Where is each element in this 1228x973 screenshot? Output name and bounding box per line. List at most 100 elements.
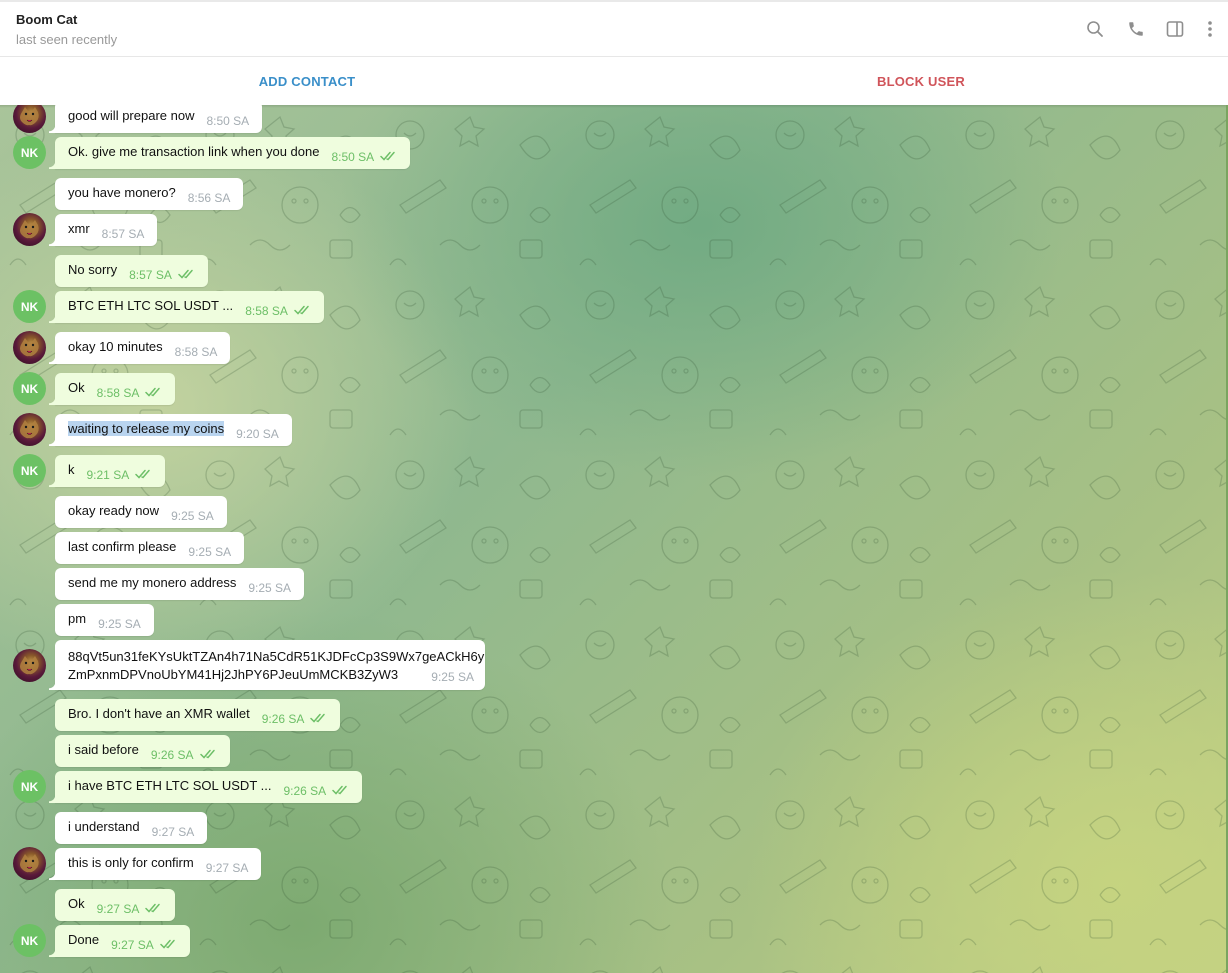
message-text: No sorry: [68, 261, 118, 277]
message-time: 9:27 SA: [96, 902, 140, 916]
phone-icon[interactable]: [1125, 18, 1147, 40]
read-double-check-icon: [160, 939, 177, 949]
chat-title[interactable]: Boom Cat: [16, 12, 77, 27]
avatar-boom-cat[interactable]: [13, 105, 46, 133]
more-vertical-icon[interactable]: [1199, 18, 1221, 40]
message-text: okay ready now: [68, 502, 160, 518]
read-double-check-icon: [178, 269, 195, 279]
avatar-boom-cat[interactable]: [13, 649, 46, 682]
search-icon[interactable]: [1084, 18, 1106, 40]
incoming-message[interactable]: send me my monero address 9:25 SA: [55, 568, 305, 600]
chat-status: last seen recently: [16, 32, 118, 47]
message-text: xmr: [68, 220, 90, 236]
message-text: i have BTC ETH LTC SOL USDT ...: [68, 777, 272, 793]
avatar-nk[interactable]: NK: [13, 454, 46, 487]
message-text: send me my monero address: [68, 574, 237, 590]
message-time: 9:25 SA: [188, 545, 232, 559]
avatar-boom-cat[interactable]: [13, 847, 46, 880]
outgoing-message[interactable]: Ok 8:58 SA: [48, 373, 176, 405]
message-time: 9:25 SA: [98, 617, 141, 631]
message-text: i understand: [68, 818, 140, 834]
message-time: 9:25 SA: [431, 670, 474, 684]
message-text: last confirm please: [68, 538, 177, 554]
outgoing-message[interactable]: No sorry 8:57 SA: [55, 255, 208, 287]
message-text: k: [68, 461, 75, 477]
message-text: okay 10 minutes: [68, 338, 163, 354]
message-text: pm: [68, 610, 87, 626]
outgoing-message[interactable]: Bro. I don't have an XMR wallet 9:26 SA: [55, 699, 341, 731]
message-time: 9:27 SA: [205, 861, 249, 875]
message-time: 9:27 SA: [111, 938, 154, 952]
avatar-boom-cat[interactable]: [13, 331, 46, 364]
outgoing-message[interactable]: i said before 9:26 SA: [55, 735, 230, 767]
cat-avatar-icon: [20, 854, 39, 873]
message-text: Ok. give me transaction link when you do…: [68, 143, 320, 159]
message-text: BTC ETH LTC SOL USDT ...: [68, 297, 234, 313]
outgoing-message[interactable]: Done 9:27 SA: [49, 925, 190, 957]
message-time: 8:58 SA: [96, 386, 140, 400]
outgoing-message[interactable]: Ok 9:27 SA: [55, 889, 176, 921]
outgoing-message[interactable]: BTC ETH LTC SOL USDT ... 8:58 SA: [49, 291, 324, 323]
block-user-button[interactable]: BLOCK USER: [614, 57, 1228, 105]
outgoing-message[interactable]: i have BTC ETH LTC SOL USDT ... 9:26 SA: [48, 771, 363, 803]
message-time: 8:58 SA: [245, 304, 288, 318]
read-double-check-icon: [332, 785, 349, 795]
avatar-nk[interactable]: NK: [13, 372, 46, 405]
contact-action-bar: ADD CONTACT BLOCK USER: [0, 57, 1228, 105]
read-double-check-icon: [135, 469, 152, 479]
avatar-nk[interactable]: NK: [13, 770, 46, 803]
message-text: Ok: [68, 379, 85, 395]
incoming-message[interactable]: last confirm please 9:25 SA: [55, 532, 245, 564]
message-text: Done: [68, 931, 100, 947]
message-text: Bro. I don't have an XMR wallet: [68, 705, 250, 721]
message-time: 9:25 SA: [248, 581, 292, 595]
message-time: 8:57 SA: [129, 268, 172, 282]
message-text: this is only for confirm: [68, 854, 194, 870]
incoming-message[interactable]: waiting to release my coins 9:20 SA: [49, 414, 292, 446]
message-list[interactable]: good will prepare now 8:50 SA Ok. give me …: [0, 105, 1228, 973]
cat-avatar-icon: [20, 656, 39, 675]
incoming-message[interactable]: xmr 8:57 SA: [48, 214, 158, 246]
cat-avatar-icon: [20, 338, 39, 357]
read-double-check-icon: [145, 387, 162, 397]
incoming-message[interactable]: pm 9:25 SA: [55, 604, 154, 636]
message-time: 9:26 SA: [283, 784, 327, 798]
message-time: 9:26 SA: [261, 712, 305, 726]
chat-header: Boom Cat last seen recently: [0, 2, 1228, 57]
message-time: 8:56 SA: [187, 191, 231, 205]
incoming-message[interactable]: 88qVt5un31feKYsUktTZAn4h71Na5CdR51KJDFcC…: [49, 640, 485, 690]
cat-avatar-icon: [20, 107, 39, 126]
avatar-nk[interactable]: NK: [13, 290, 46, 323]
message-time: 9:27 SA: [151, 825, 195, 839]
outgoing-message[interactable]: Ok. give me transaction link when you do…: [48, 137, 411, 169]
message-time: 8:58 SA: [174, 345, 218, 359]
incoming-message[interactable]: i understand 9:27 SA: [55, 812, 208, 844]
read-double-check-icon: [310, 713, 327, 723]
message-time: 9:20 SA: [236, 427, 279, 441]
incoming-message[interactable]: good will prepare now 8:50 SA: [48, 105, 263, 133]
sidebar-toggle-icon[interactable]: [1164, 18, 1186, 40]
avatar-nk[interactable]: NK: [13, 136, 46, 169]
message-time: 9:26 SA: [150, 748, 194, 762]
message-time: 8:50 SA: [331, 150, 375, 164]
cat-avatar-icon: [20, 420, 39, 439]
message-time: 8:50 SA: [206, 114, 250, 128]
message-time: 9:21 SA: [86, 468, 130, 482]
avatar-boom-cat[interactable]: [13, 213, 46, 246]
add-contact-button[interactable]: ADD CONTACT: [0, 57, 614, 105]
incoming-message[interactable]: this is only for confirm 9:27 SA: [48, 848, 262, 880]
avatar-boom-cat[interactable]: [13, 413, 46, 446]
read-double-check-icon: [380, 151, 397, 161]
message-time: 9:25 SA: [171, 509, 214, 523]
incoming-message[interactable]: you have monero? 8:56 SA: [55, 178, 244, 210]
message-text: waiting to release my coins: [68, 420, 225, 436]
message-text-line: ZmPxnmDPVnoUbYM41Hj2JhPY6PJeuUmMCKB3ZyW3: [68, 667, 399, 682]
message-text: you have monero?: [68, 184, 176, 200]
incoming-message[interactable]: okay 10 minutes 8:58 SA: [48, 332, 231, 364]
incoming-message[interactable]: okay ready now 9:25 SA: [55, 496, 227, 528]
message-text: good will prepare now: [68, 107, 195, 123]
message-text-line: 88qVt5un31feKYsUktTZAn4h71Na5CdR51KJDFcC…: [68, 649, 485, 664]
avatar-nk[interactable]: NK: [13, 924, 46, 957]
outgoing-message[interactable]: k 9:21 SA: [48, 455, 166, 487]
message-text: Ok: [68, 895, 85, 911]
